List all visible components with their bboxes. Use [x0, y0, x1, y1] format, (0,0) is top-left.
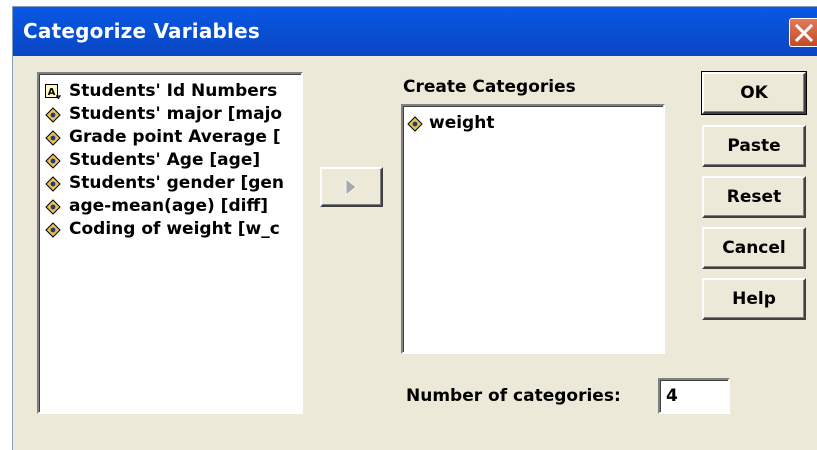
list-item[interactable]: Students' major [majo	[39, 103, 301, 126]
list-item-label: Students' Age [age]	[69, 150, 261, 170]
list-item[interactable]: Students' gender [gen	[39, 172, 301, 195]
list-item[interactable]: age-mean(age) [diff]	[39, 195, 301, 218]
move-variable-button[interactable]	[320, 167, 383, 207]
list-item[interactable]: Coding of weight [w_c	[39, 218, 301, 241]
create-categories-label: Create Categories	[403, 77, 576, 97]
help-button[interactable]: Help	[702, 278, 806, 320]
list-item[interactable]: Students' Age [age]	[39, 149, 301, 172]
create-categories-list[interactable]: weight	[401, 104, 665, 354]
svg-text:A: A	[48, 87, 56, 98]
numeric-variable-icon	[407, 116, 423, 132]
list-item[interactable]: weight	[403, 112, 663, 135]
source-variable-list[interactable]: A Students' Id Numbers Students' major […	[37, 72, 303, 414]
paste-button[interactable]: Paste	[702, 125, 806, 167]
window-title: Categorize Variables	[23, 19, 260, 43]
list-item-label: Students' Id Numbers	[69, 81, 278, 101]
number-of-categories-value: 4	[666, 386, 678, 406]
numeric-variable-icon	[45, 107, 61, 123]
numeric-variable-icon	[45, 199, 61, 215]
list-item-label: Coding of weight [w_c	[69, 219, 280, 239]
string-variable-icon: A	[45, 84, 61, 100]
list-item-label: Students' major [majo	[69, 104, 283, 124]
list-item-label: age-mean(age) [diff]	[69, 196, 268, 216]
list-item[interactable]: Grade point Average [	[39, 126, 301, 149]
title-bar[interactable]: Categorize Variables	[13, 7, 817, 56]
number-of-categories-label: Number of categories:	[406, 386, 621, 406]
number-of-categories-input[interactable]: 4	[658, 378, 730, 414]
numeric-variable-icon	[45, 176, 61, 192]
numeric-variable-icon	[45, 130, 61, 146]
ok-button[interactable]: OK	[701, 71, 807, 115]
reset-button[interactable]: Reset	[702, 176, 806, 218]
numeric-variable-icon	[45, 153, 61, 169]
cancel-button[interactable]: Cancel	[702, 227, 806, 269]
close-button[interactable]	[789, 18, 817, 47]
numeric-variable-icon	[45, 222, 61, 238]
list-item[interactable]: A Students' Id Numbers	[39, 80, 301, 103]
list-item-label: Students' gender [gen	[69, 173, 285, 193]
list-item-label: Grade point Average [	[69, 127, 281, 147]
categorize-variables-dialog: Categorize Variables A Students' Id Numb…	[12, 6, 817, 450]
close-icon	[795, 24, 813, 42]
list-item-label: weight	[429, 113, 495, 133]
arrow-right-icon	[345, 178, 357, 196]
